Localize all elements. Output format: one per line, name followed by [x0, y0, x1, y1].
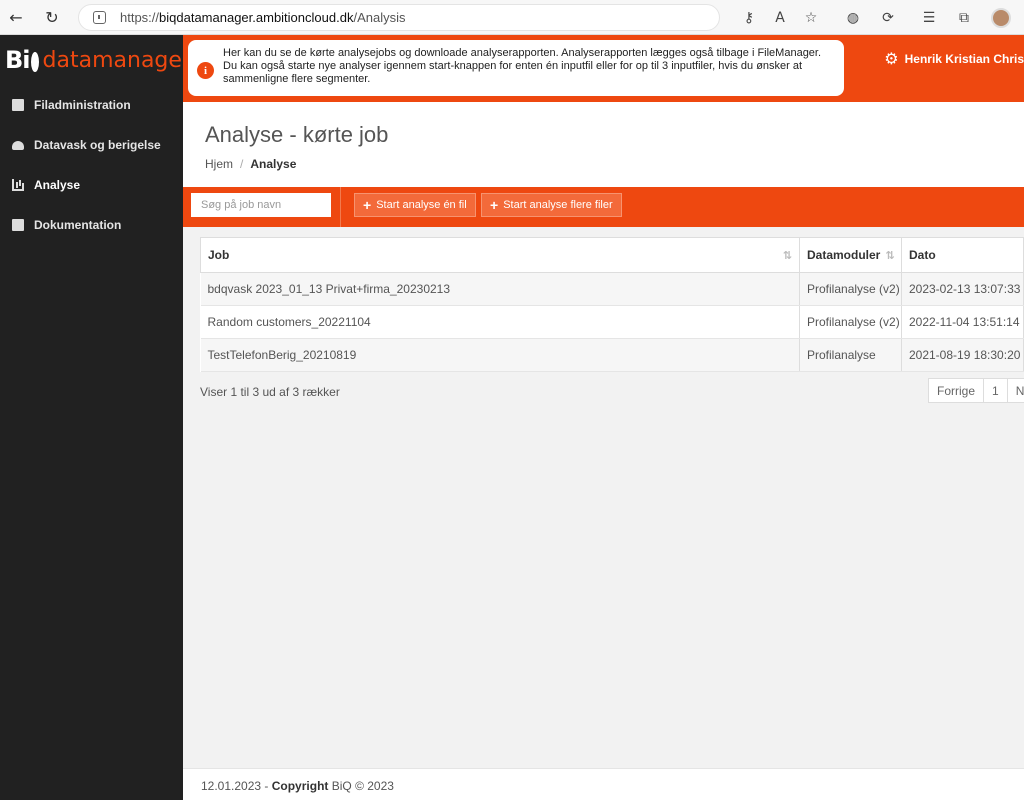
- column-header-label: Datamoduler: [807, 248, 881, 262]
- button-label: Start analyse flere filer: [503, 199, 613, 211]
- cell-modules: Profilanalyse (v2): [799, 272, 902, 306]
- divider: [340, 187, 341, 227]
- collections-icon[interactable]: ⧉: [949, 3, 979, 33]
- sidebar-item-label: Filadministration: [34, 98, 131, 112]
- column-header-dato[interactable]: Dato: [900, 237, 1024, 273]
- footer-copyright-text: BiQ © 2023: [328, 779, 394, 793]
- footer-date: 12.01.2023 -: [201, 779, 272, 793]
- action-bar: + Start analyse én fil + Start analyse f…: [183, 187, 1024, 227]
- sidebar-item-datavask[interactable]: Datavask og berigelse: [0, 125, 183, 165]
- top-header: i Her kan du se de kørte analysejobs og …: [183, 35, 1024, 102]
- cell-modules: Profilanalyse (v2): [799, 305, 902, 339]
- favorites-list-icon[interactable]: ☰: [914, 3, 944, 33]
- cell-modules: Profilanalyse: [799, 338, 902, 372]
- book-icon: [12, 219, 24, 231]
- profile-avatar[interactable]: [986, 3, 1016, 33]
- logo[interactable]: Bi datamanager: [0, 35, 191, 85]
- cell-date: 2022-11-04 13:51:14: [901, 305, 1024, 339]
- cell-job: Random customers_20221104: [200, 305, 800, 339]
- plus-icon: +: [490, 197, 499, 213]
- table-row[interactable]: Random customers_20221104 Profilanalyse …: [200, 305, 1024, 339]
- footer: 12.01.2023 - Copyright BiQ © 2023: [183, 768, 1024, 800]
- sidebar-item-dokumentation[interactable]: Dokumentation: [0, 205, 183, 245]
- table-row[interactable]: TestTelefonBerig_20210819 Profilanalyse …: [200, 338, 1024, 372]
- refresh-icon[interactable]: ↻: [40, 5, 64, 29]
- table-row[interactable]: bdqvask 2023_01_13 Privat+firma_20230213…: [200, 272, 1024, 306]
- table-info: Viser 1 til 3 ud af 3 rækker: [200, 385, 340, 399]
- info-icon: i: [197, 62, 214, 79]
- user-menu[interactable]: ⚙ Henrik Kristian Chris: [884, 49, 1024, 68]
- jobs-table: Job ⇅ Datamoduler ⇅ Dato bdqvask 2023_01_1…: [200, 237, 1024, 372]
- search-input[interactable]: [191, 193, 331, 217]
- cell-job: bdqvask 2023_01_13 Privat+firma_20230213: [200, 272, 800, 306]
- sort-icon: ⇅: [782, 249, 792, 262]
- sidebar-item-analyse[interactable]: Analyse: [0, 165, 183, 205]
- sidebar-item-label: Analyse: [34, 178, 81, 192]
- sidebar-item-label: Dokumentation: [34, 218, 122, 232]
- browser-toolbar: ← ↻ https://biqdatamanager.ambitioncloud…: [0, 0, 1024, 35]
- info-text: Her kan du se de kørte analysejobs og do…: [223, 47, 822, 85]
- sidebar-item-filadministration[interactable]: Filadministration: [0, 85, 183, 125]
- column-header-datamoduler[interactable]: Datamoduler ⇅: [799, 237, 902, 273]
- column-header-job[interactable]: Job ⇅: [200, 237, 800, 273]
- breadcrumb-home[interactable]: Hjem: [205, 157, 233, 171]
- url-host: biqdatamanager.ambitioncloud.dk: [159, 10, 354, 25]
- breadcrumb: Hjem / Analyse: [205, 157, 1024, 171]
- extension-globe-icon[interactable]: ◍: [838, 3, 868, 33]
- sort-icon: ⇅: [885, 249, 895, 262]
- page-header: Analyse - kørte job Hjem / Analyse: [183, 102, 1024, 187]
- chart-icon: [12, 179, 24, 191]
- lock-icon[interactable]: [93, 11, 106, 24]
- sidebar-item-label: Datavask og berigelse: [34, 138, 161, 152]
- cell-job: TestTelefonBerig_20210819: [200, 338, 800, 372]
- pagination: Forrige 1 N: [928, 378, 1024, 403]
- favorite-star-icon[interactable]: ☆: [796, 3, 826, 33]
- sidebar: Bi datamanager Filadministration Datavas…: [0, 35, 191, 800]
- start-analysis-many-files-button[interactable]: + Start analyse flere filer: [481, 193, 622, 217]
- info-box: i Her kan du se de kørte analysejobs og …: [188, 40, 844, 96]
- footer-copyright-label: Copyright: [271, 779, 329, 793]
- gear-icon: ⚙: [884, 49, 899, 68]
- back-arrow-icon[interactable]: ←: [4, 5, 28, 29]
- column-header-label: Job: [208, 248, 230, 262]
- page-title: Analyse - kørte job: [205, 122, 389, 147]
- url-path: /Analysis: [353, 10, 406, 25]
- url-scheme: https://: [120, 10, 160, 25]
- key-icon[interactable]: ⚷: [734, 3, 764, 33]
- breadcrumb-separator: /: [240, 157, 244, 171]
- extensions-icon[interactable]: ⟳: [873, 3, 903, 33]
- pager-next-button[interactable]: N: [1006, 378, 1024, 403]
- read-aloud-icon[interactable]: A: [765, 3, 795, 33]
- logo-biq: Bi: [5, 46, 31, 74]
- address-bar[interactable]: https://biqdatamanager.ambitioncloud.dk /…: [78, 4, 720, 31]
- cell-date: 2021-08-19 18:30:20: [901, 338, 1024, 372]
- breadcrumb-current: Analyse: [250, 157, 297, 171]
- pager-page-1[interactable]: 1: [983, 378, 1008, 403]
- logo-datamanager: datamanager: [42, 47, 191, 73]
- cell-date: 2023-02-13 13:07:33: [901, 272, 1024, 306]
- button-label: Start analyse én fil: [376, 199, 467, 211]
- files-icon: [12, 99, 24, 111]
- user-name: Henrik Kristian Chris: [904, 51, 1024, 66]
- start-analysis-one-file-button[interactable]: + Start analyse én fil: [354, 193, 476, 217]
- plus-icon: +: [363, 197, 372, 213]
- cloud-upload-icon: [12, 140, 24, 150]
- logo-q-icon: [30, 52, 39, 72]
- pager-previous-button[interactable]: Forrige: [928, 378, 985, 403]
- column-header-label: Dato: [908, 248, 936, 262]
